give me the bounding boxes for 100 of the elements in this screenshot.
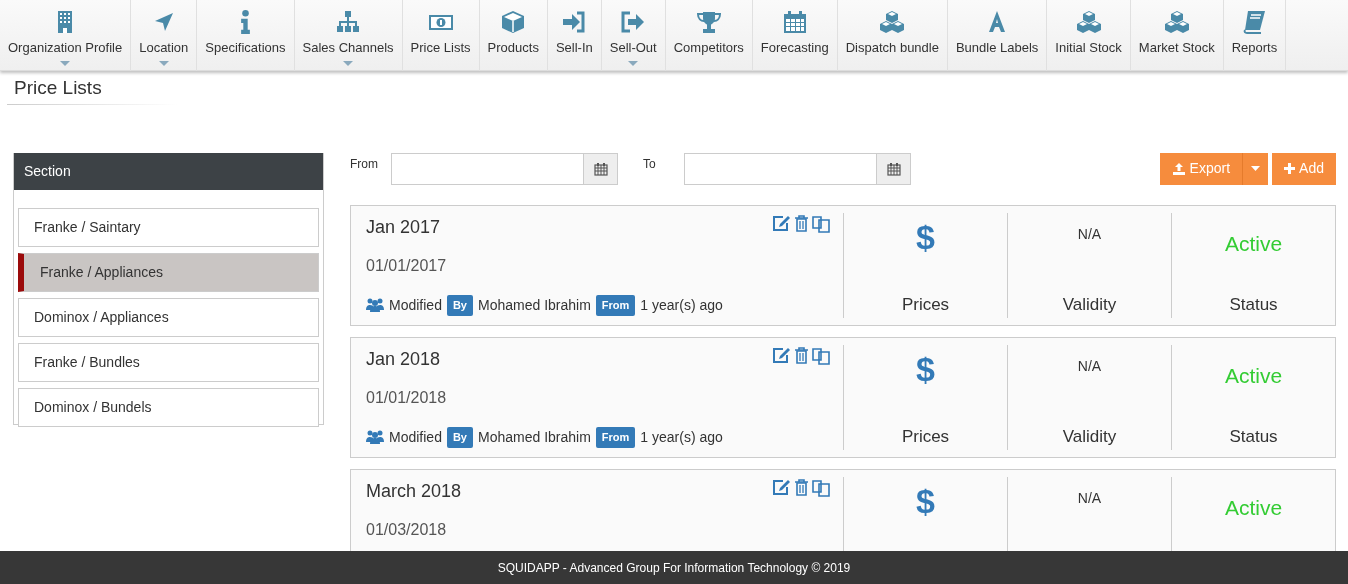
user-name: Mohamed Ibrahim: [478, 295, 591, 315]
copy-icon[interactable]: [812, 478, 831, 497]
menu-item[interactable]: Sell-Out: [601, 0, 666, 71]
menu-label: Price Lists: [410, 39, 471, 57]
by-badge: By: [446, 427, 473, 448]
menu-item[interactable]: Dispatch bundle: [837, 0, 948, 71]
menu-label: Bundle Labels: [955, 39, 1039, 57]
trash-icon[interactable]: [794, 214, 809, 232]
column-label: Validity: [1062, 294, 1117, 317]
validity-value: N/A: [1077, 224, 1102, 244]
cube-icon: [500, 10, 527, 34]
trash-icon[interactable]: [794, 478, 809, 496]
from-badge: From: [595, 427, 636, 448]
card-date: 01/01/2017: [366, 255, 447, 276]
menu-label: Dispatch bundle: [845, 39, 939, 57]
menu-label: Location: [139, 39, 189, 57]
modified-label: Modified: [389, 295, 442, 315]
plus-icon: [1284, 163, 1296, 175]
caret-icon: [1251, 166, 1261, 172]
menu-label: Initial Stock: [1055, 39, 1122, 57]
cubes-icon: [879, 10, 906, 34]
column-label: Status: [1229, 426, 1278, 449]
trash-icon[interactable]: [794, 346, 809, 364]
menu-item[interactable]: Specifications: [197, 0, 295, 71]
calendar-icon[interactable]: [886, 161, 901, 176]
card-title: March 2018: [366, 479, 462, 503]
validity-value: N/A: [1077, 488, 1102, 508]
menu-label: Organization Profile: [8, 39, 123, 57]
status-value: Active: [1224, 494, 1283, 521]
sign-out-icon: [620, 10, 647, 34]
filter-label: From: [350, 155, 379, 173]
book-icon: [1241, 10, 1268, 34]
menu-item[interactable]: Products: [479, 0, 548, 71]
menu-item[interactable]: Organization Profile: [0, 0, 132, 71]
column-label: Prices: [901, 294, 950, 317]
dollar-icon: $: [916, 482, 935, 521]
upload-icon: [1171, 161, 1186, 176]
menu-label: Market Stock: [1138, 39, 1215, 57]
copy-icon[interactable]: [812, 214, 831, 233]
menu-label: Specifications: [205, 39, 286, 57]
menu-item[interactable]: Forecasting: [752, 0, 838, 71]
menu-item[interactable]: Initial Stock: [1047, 0, 1131, 71]
calendar-icon: [781, 10, 808, 34]
section-header: Section: [14, 152, 323, 190]
section-item[interactable]: Franke / Bundles: [18, 342, 319, 382]
menu-label: Competitors: [673, 39, 744, 57]
user-name: Mohamed Ibrahim: [478, 427, 591, 447]
section-item[interactable]: Dominox / Appliances: [18, 297, 319, 337]
menu-label: Sell-In: [555, 39, 593, 57]
dropdown-toggle-button[interactable]: [1242, 152, 1269, 185]
modified-label: Modified: [389, 427, 442, 447]
section-item[interactable]: Dominox / Bundels: [18, 387, 319, 427]
users-icon: [366, 298, 384, 313]
sign-in-icon: [561, 10, 588, 34]
menu-label: Sales Channels: [302, 39, 394, 57]
calendar-icon[interactable]: [593, 161, 608, 176]
menu-item[interactable]: Bundle Labels: [947, 0, 1048, 71]
trophy-icon: [695, 10, 722, 34]
column-label: Prices: [901, 426, 950, 449]
page-title: Price Lists: [13, 76, 102, 100]
card-date: 01/01/2018: [366, 387, 447, 408]
status-value: Active: [1224, 230, 1283, 257]
time-ago: 1 year(s) ago: [640, 295, 723, 315]
validity-value: N/A: [1077, 356, 1102, 376]
time-ago: 1 year(s) ago: [640, 427, 723, 447]
dollar-icon: $: [916, 350, 935, 389]
from-badge: From: [595, 295, 636, 316]
edit-icon[interactable]: [772, 214, 791, 232]
edit-icon[interactable]: [772, 346, 791, 364]
users-icon: [366, 430, 384, 445]
section-item[interactable]: Franke / Appliances: [18, 252, 319, 292]
section-item[interactable]: Franke / Saintary: [18, 207, 319, 247]
date-field[interactable]: [684, 152, 911, 185]
menu-label: Sell-Out: [609, 39, 657, 57]
menu-label: Products: [487, 39, 539, 57]
date-field[interactable]: [391, 152, 618, 185]
menu-item[interactable]: Location: [131, 0, 198, 71]
menu-item[interactable]: Sell-In: [547, 0, 602, 71]
menu-item[interactable]: Reports: [1223, 0, 1287, 71]
menu-item[interactable]: Market Stock: [1130, 0, 1224, 71]
info-icon: [240, 10, 250, 34]
menu-item[interactable]: Sales Channels: [294, 0, 403, 71]
by-badge: By: [446, 295, 473, 316]
column-label: Validity: [1062, 426, 1117, 449]
menu-label: Forecasting: [760, 39, 829, 57]
menu-item[interactable]: Price Lists: [402, 0, 480, 71]
dollar-icon: $: [916, 218, 935, 257]
cubes-icon: [1075, 10, 1102, 34]
menu-label: Reports: [1231, 39, 1278, 57]
copy-icon[interactable]: [812, 346, 831, 365]
footer: SQUIDAPP - Advanced Group For Information Technology © 2019: [0, 551, 1348, 584]
column-label: Status: [1229, 294, 1278, 317]
card-title: Jan 2018: [366, 347, 441, 371]
sitemap-icon: [335, 10, 362, 34]
menu-item[interactable]: Competitors: [665, 0, 753, 71]
status-value: Active: [1224, 362, 1283, 389]
cubes-icon: [1163, 10, 1190, 34]
edit-icon[interactable]: [772, 478, 791, 496]
filter-label: To: [643, 155, 657, 173]
card-title: Jan 2017: [366, 215, 441, 239]
